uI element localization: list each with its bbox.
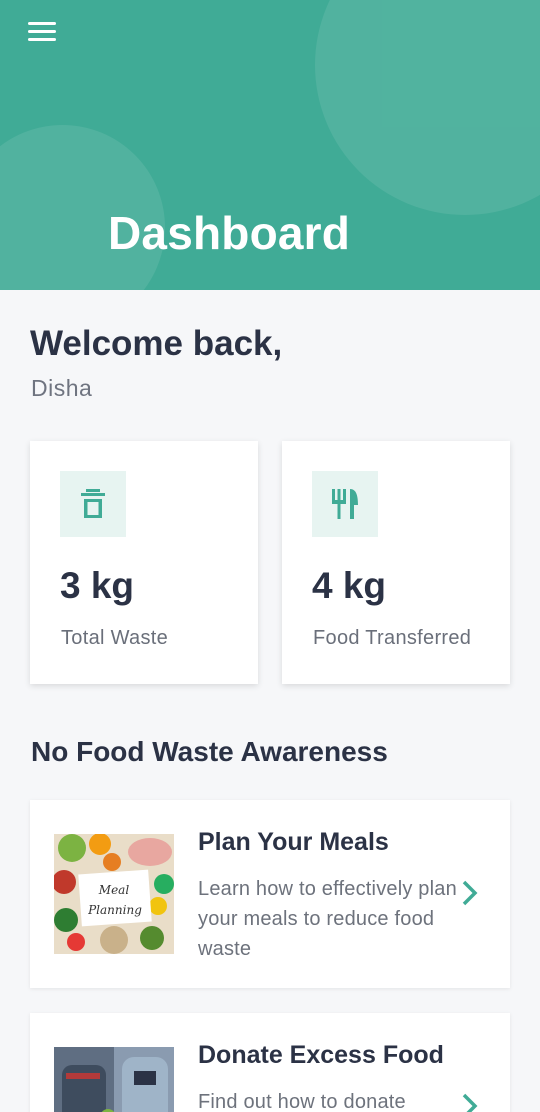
article-title: Donate Excess Food [198, 1041, 444, 1069]
stat-label: Food Transferred [313, 627, 472, 649]
fork-knife-icon [312, 471, 378, 537]
header-banner: Dashboard [0, 0, 540, 290]
section-title: No Food Waste Awareness [31, 736, 388, 767]
welcome-heading: Welcome back, [30, 324, 283, 363]
stat-card-total-waste[interactable]: 3 kg Total Waste [30, 441, 258, 684]
article-title: Plan Your Meals [198, 828, 389, 856]
image-caption-line-1: Meal [98, 883, 130, 897]
user-name: Disha [31, 375, 93, 401]
trash-bin-icon [60, 471, 126, 537]
stat-value: 3 kg [60, 565, 135, 606]
stat-card-food-transferred[interactable]: 4 kg Food Transferred [282, 441, 510, 684]
article-description: Find out how to donate [198, 1091, 406, 1112]
stat-value: 4 kg [312, 565, 387, 606]
donate-food-image [54, 1047, 174, 1112]
article-card-donate-food[interactable]: Donate Excess Food Find out how to donat… [30, 1013, 510, 1112]
chevron-right-icon[interactable] [458, 878, 482, 908]
article-description: Learn how to effectively plan your meals… [198, 878, 457, 960]
page-title: Dashboard [108, 207, 351, 259]
hamburger-menu-icon[interactable] [22, 16, 62, 50]
chevron-right-icon[interactable] [458, 1091, 482, 1112]
meal-planning-image: Meal Planning [54, 834, 174, 954]
stat-label: Total Waste [61, 627, 169, 649]
decorative-circle [315, 0, 540, 215]
article-card-plan-meals[interactable]: Meal Planning Plan Your Meals Learn how … [30, 800, 510, 988]
image-caption-line-2: Planning [87, 903, 142, 917]
